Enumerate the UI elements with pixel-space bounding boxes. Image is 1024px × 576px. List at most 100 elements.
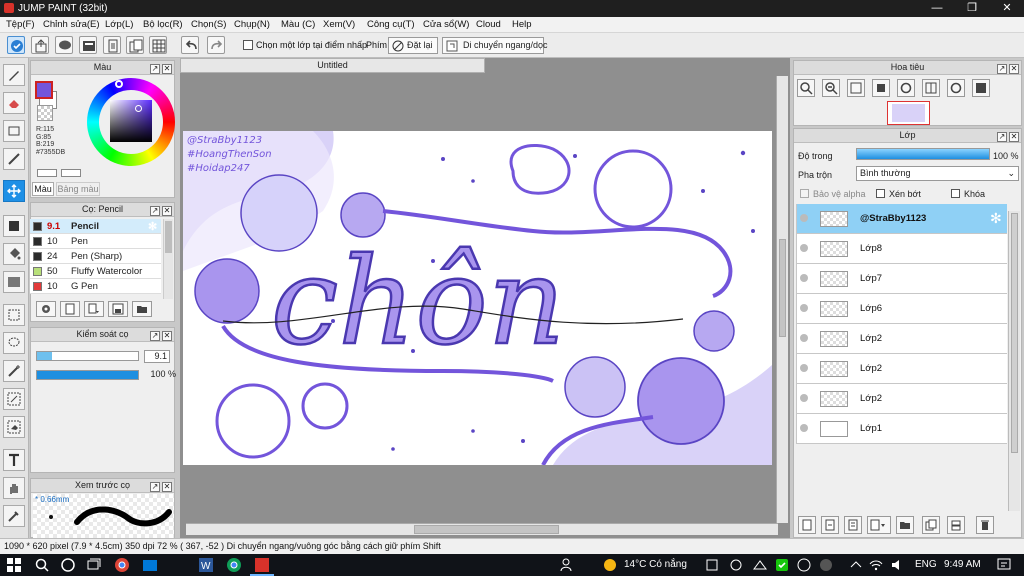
tool-fill-rect[interactable] <box>3 215 25 237</box>
tab-palette[interactable]: Bảng màu <box>56 182 100 196</box>
canvas[interactable]: chôn @StraBby1123 #HoangThenSon #Hoidap2… <box>183 131 772 465</box>
tool-pen[interactable] <box>3 64 25 86</box>
new-layer-button[interactable] <box>798 516 816 534</box>
close-panel-icon[interactable]: ✕ <box>162 64 172 74</box>
grid-button[interactable] <box>149 36 167 54</box>
layer-row[interactable]: Lớp2 <box>796 324 1007 354</box>
float-icon[interactable]: ↗ <box>150 206 160 216</box>
language-indicator[interactable]: ENG <box>915 559 937 570</box>
comment-button[interactable] <box>55 36 73 54</box>
layer-row[interactable]: Lớp2 <box>796 354 1007 384</box>
tool-gradient[interactable] <box>3 271 25 293</box>
new-layer-2-button[interactable] <box>821 516 839 534</box>
chevron-up-icon[interactable] <box>848 557 864 573</box>
hue-handle[interactable] <box>115 80 123 88</box>
tray-icon-3[interactable] <box>752 557 768 573</box>
tray-icon-5[interactable] <box>818 557 834 573</box>
saturation-value-square[interactable] <box>110 100 152 142</box>
visibility-icon[interactable] <box>800 214 808 222</box>
brush-item-pen[interactable]: 10 Pen <box>30 234 161 249</box>
tool-move[interactable] <box>3 180 25 202</box>
visibility-icon[interactable] <box>800 274 808 282</box>
brush-menu-button[interactable] <box>84 301 104 317</box>
brush-item-fluffy-watercolor[interactable]: 50 Fluffy Watercolor <box>30 264 161 279</box>
cortana-icon[interactable] <box>60 557 76 573</box>
close-panel-icon[interactable]: ✕ <box>1009 64 1019 74</box>
menu-help[interactable]: Help <box>512 19 532 30</box>
close-button[interactable]: ✕ <box>990 0 1024 17</box>
rotate-left-button[interactable] <box>897 79 915 97</box>
menu-filter[interactable]: Bộ lọc(R) <box>143 19 183 30</box>
undo-button[interactable] <box>181 36 199 54</box>
visibility-icon[interactable] <box>800 244 808 252</box>
tool-eyedropper[interactable] <box>3 505 25 527</box>
brush-folder-button[interactable] <box>132 301 152 317</box>
reset-button[interactable]: Đặt lại <box>388 37 438 54</box>
color-mode-button[interactable] <box>37 169 57 177</box>
tool-text[interactable] <box>3 449 25 471</box>
visibility-icon[interactable] <box>800 394 808 402</box>
transparent-swatch[interactable] <box>37 105 53 121</box>
canvas-horizontal-scrollbar[interactable] <box>186 523 778 535</box>
new-layer-3-button[interactable] <box>844 516 862 534</box>
brush-opacity-slider[interactable] <box>36 370 139 380</box>
layer-row[interactable]: Lớp8 <box>796 234 1007 264</box>
paint-app-icon[interactable] <box>254 557 270 573</box>
brush-size-slider[interactable] <box>36 351 139 361</box>
delete-layer-button[interactable] <box>976 516 994 534</box>
brush-item-pen-sharp[interactable]: 24 Pen (Sharp) <box>30 249 161 264</box>
brush-size-field[interactable]: 9.1 <box>144 350 170 363</box>
select-tool-button[interactable] <box>7 36 25 54</box>
visibility-icon[interactable] <box>800 364 808 372</box>
close-panel-icon[interactable]: ✕ <box>1009 132 1019 142</box>
brush-settings-button[interactable] <box>36 301 56 317</box>
layer-row[interactable]: Lớp6 <box>796 294 1007 324</box>
tray-icon[interactable] <box>704 557 720 573</box>
menu-capture[interactable]: Chụp(N) <box>234 19 270 30</box>
fit-screen-button[interactable] <box>847 79 865 97</box>
primary-color-swatch[interactable] <box>35 81 53 99</box>
sv-handle[interactable] <box>135 105 142 112</box>
tray-icon-4[interactable] <box>796 557 812 573</box>
search-icon[interactable] <box>34 557 50 573</box>
tool-hand[interactable] <box>3 477 25 499</box>
maximize-button[interactable]: ❐ <box>955 0 989 17</box>
check-shield-icon[interactable] <box>774 557 790 573</box>
menu-tools[interactable]: Công cụ(T) <box>367 19 415 30</box>
windows-icon[interactable] <box>6 557 22 573</box>
select-layer-checkbox[interactable] <box>243 40 253 50</box>
float-icon[interactable]: ↗ <box>997 64 1007 74</box>
hue-wheel[interactable] <box>87 78 175 166</box>
brush-item-pencil[interactable]: 9.1 Pencil ✻ <box>30 219 161 234</box>
chrome-icon[interactable] <box>114 557 130 573</box>
tool-line[interactable] <box>3 148 25 170</box>
clip-checkbox[interactable] <box>876 189 885 198</box>
tool-rect-select[interactable] <box>3 120 25 142</box>
blend-mode-select[interactable]: Bình thường ⌄ <box>856 166 1019 181</box>
close-panel-icon[interactable]: ✕ <box>162 482 172 492</box>
float-icon[interactable]: ↗ <box>150 482 160 492</box>
merge-layer-button[interactable] <box>947 516 965 534</box>
layer-row[interactable]: @StraBby1123 ✻ <box>796 204 1007 234</box>
notifications-icon[interactable] <box>996 557 1012 573</box>
layer-row[interactable]: Lớp2 <box>796 384 1007 414</box>
menu-select[interactable]: Chọn(S) <box>191 19 226 30</box>
menu-window[interactable]: Cửa sổ(W) <box>423 19 469 30</box>
tool-select-pen[interactable] <box>3 388 25 410</box>
tool-select-eraser[interactable] <box>3 416 25 438</box>
menu-cloud[interactable]: Cloud <box>476 19 501 30</box>
tool-magic-wand[interactable] <box>3 360 25 382</box>
tray-icon-2[interactable] <box>728 557 744 573</box>
close-panel-icon[interactable]: ✕ <box>162 206 172 216</box>
store-icon[interactable] <box>142 557 158 573</box>
reset-view-button[interactable] <box>972 79 990 97</box>
weather-text[interactable]: 14°C Có nắng <box>624 559 687 570</box>
people-icon[interactable] <box>560 557 576 573</box>
task-view-icon[interactable] <box>86 557 102 573</box>
document-tab[interactable]: Untitled <box>180 58 485 73</box>
zoom-out-button[interactable] <box>822 79 840 97</box>
menu-layer[interactable]: Lớp(L) <box>105 19 133 30</box>
tool-eraser[interactable] <box>3 92 25 114</box>
protect-alpha-checkbox[interactable] <box>800 189 809 198</box>
tool-select-rect[interactable] <box>3 304 25 326</box>
